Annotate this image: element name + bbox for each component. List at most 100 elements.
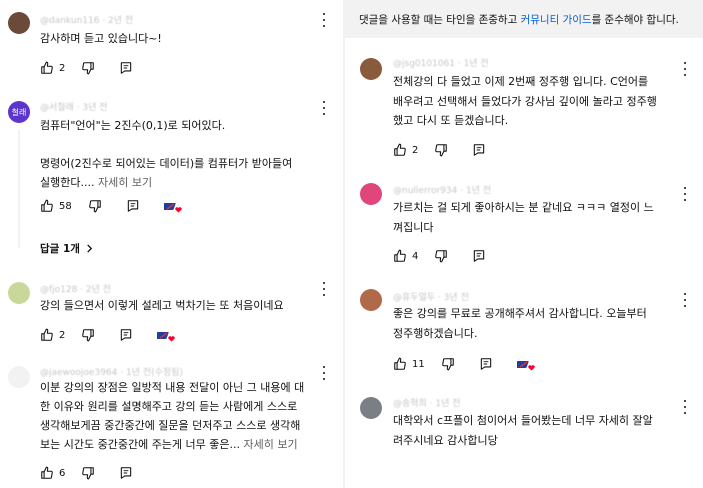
comment-author[interactable]: @송혁희 · 1년 전	[393, 396, 461, 409]
like-button[interactable]: 6	[40, 466, 65, 480]
comment-actions: 4	[393, 248, 486, 264]
comment-author[interactable]: @휴두얼두 · 3년 전	[393, 290, 469, 303]
reply-button[interactable]	[472, 143, 486, 157]
avatar-initial	[360, 397, 382, 419]
comment-actions: 58	[40, 198, 184, 214]
thumbs-down-icon	[435, 144, 448, 157]
comment-author[interactable]: @서철래 · 3년 전	[40, 100, 108, 113]
reply-icon	[121, 62, 132, 74]
reply-icon	[127, 200, 138, 212]
comment-body: 감사하며 듣고 있습니다~!	[40, 32, 162, 45]
like-button[interactable]: 2	[393, 143, 418, 157]
comment-author[interactable]: @nullerror934 · 1년 전	[393, 183, 491, 196]
comment-text: 가르치는 걸 되게 좋아하시는 분 같네요 ㅋㅋㅋ 열정이 느 껴집니다	[393, 198, 693, 237]
thumbs-up-icon	[41, 466, 53, 479]
creator-heart-icon	[514, 357, 537, 371]
avatar[interactable]	[360, 183, 382, 205]
like-button[interactable]: 11	[393, 357, 425, 371]
avatar[interactable]: 철래	[8, 101, 30, 123]
thumbs-down-icon	[441, 358, 454, 371]
dislike-button[interactable]	[441, 357, 455, 371]
comment-author[interactable]: @jsg0101061 · 1년 전	[393, 56, 489, 69]
comments-panel-left: @dankun116 · 2년 전 감사하며 듣고 있습니다~! 2 철래 @서…	[0, 0, 343, 488]
thumbs-down-icon	[82, 62, 95, 75]
comment-item: @nullerror934 · 1년 전 가르치는 걸 되게 좋아하시는 분 같…	[345, 183, 703, 265]
comment-item: 철래 @서철래 · 3년 전 컴퓨터"언어"는 2진수(0,1)로 되어있다. …	[0, 98, 343, 255]
comment-author[interactable]: @jaewoojoe3964 · 1년 전(수정됨)	[40, 365, 183, 378]
comment-text: 대학와서 c프플이 첨이어서 들어봤는데 너무 자세히 잘알 려주시네요 감사합…	[393, 411, 693, 450]
thumbs-down-icon	[82, 329, 95, 342]
comment-author[interactable]: @dankun116 · 2년 전	[40, 13, 133, 26]
thumbs-up-icon	[41, 61, 53, 74]
avatar[interactable]	[360, 397, 382, 419]
community-guidelines-link[interactable]: 커뮤니티 가이드	[521, 14, 592, 26]
dislike-button[interactable]	[81, 61, 95, 75]
like-button[interactable]: 4	[393, 249, 418, 263]
reply-button[interactable]	[119, 328, 133, 342]
reply-button[interactable]	[119, 466, 133, 480]
read-more-link[interactable]: 자세히 보기	[98, 176, 152, 189]
avatar[interactable]	[360, 58, 382, 80]
view-replies-button[interactable]: 답글 1개	[40, 241, 94, 256]
comment-author[interactable]: @fjo128 · 2년 전	[40, 282, 111, 295]
like-count: 4	[412, 250, 419, 262]
dislike-button[interactable]	[88, 199, 102, 213]
dislike-button[interactable]	[81, 328, 95, 342]
dislike-button[interactable]	[434, 249, 448, 263]
dislike-button[interactable]	[81, 466, 95, 480]
reply-icon	[121, 329, 132, 341]
comment-item: @휴두얼두 · 3년 전 좋은 강의를 무료로 공개해주셔서 감사합니다. 오늘…	[345, 289, 703, 374]
reply-icon	[480, 358, 491, 370]
comment-item: @jsg0101061 · 1년 전 전체강의 다 들었고 이제 2번째 정주행…	[345, 57, 703, 159]
reply-button[interactable]	[126, 199, 140, 213]
dislike-button[interactable]	[434, 143, 448, 157]
comment-actions: 2	[393, 142, 486, 158]
like-button[interactable]: 2	[40, 328, 65, 342]
creator-heart-icon	[161, 199, 184, 213]
avatar-initial	[360, 183, 382, 205]
comment-text: 감사하며 듣고 있습니다~!	[40, 29, 315, 48]
thread-line	[18, 130, 20, 248]
reply-button[interactable]	[472, 249, 486, 263]
comment-text: 컴퓨터"언어"는 2진수(0,1)로 되어있다. 명령어(2진수로 되어있는 데…	[40, 116, 315, 192]
comment-text: 이분 강의의 장점은 일방적 내용 전달이 아닌 그 내용에 대 한 이유와 원…	[40, 378, 325, 454]
thumbs-down-icon	[82, 467, 95, 480]
comment-menu-button[interactable]	[319, 13, 329, 27]
avatar[interactable]	[8, 282, 30, 304]
reply-icon	[474, 250, 485, 262]
comment-body: 좋은 강의를 무료로 공개해주셔서 감사합니다. 오늘부터 정주행하겠습니다.	[393, 307, 647, 340]
reply-button[interactable]	[479, 357, 493, 371]
comment-item: @dankun116 · 2년 전 감사하며 듣고 있습니다~! 2	[0, 10, 343, 80]
reply-icon	[121, 467, 132, 479]
thumbs-up-icon	[394, 357, 406, 370]
like-button[interactable]: 58	[40, 199, 72, 213]
thumbs-down-icon	[435, 250, 448, 263]
like-button[interactable]: 2	[40, 61, 65, 75]
like-count: 58	[59, 200, 72, 212]
comment-body: 대학와서 c프플이 첨이어서 들어봤는데 너무 자세히 잘알 려주시네요 감사합…	[393, 414, 653, 447]
thumbs-down-icon	[88, 200, 101, 213]
like-count: 2	[59, 62, 66, 74]
avatar[interactable]	[8, 366, 30, 388]
thumbs-up-icon	[41, 328, 53, 341]
like-count: 2	[59, 329, 66, 341]
reply-button[interactable]	[119, 61, 133, 75]
avatar-initial	[360, 58, 382, 80]
comment-body: 강의 들으면서 이렇게 설레고 벅차기는 또 처음이네요	[40, 299, 284, 312]
comment-text: 강의 들으면서 이렇게 설레고 벅차기는 또 처음이네요	[40, 296, 315, 315]
comment-actions: 2	[40, 327, 177, 343]
comment-menu-button[interactable]	[319, 101, 329, 115]
comment-item: @송혁희 · 1년 전 대학와서 c프플이 첨이어서 들어봤는데 너무 자세히 …	[345, 396, 703, 488]
banner-text-suffix: 를 준수해야 합니다.	[591, 14, 679, 26]
comment-menu-button[interactable]	[319, 282, 329, 296]
read-more-link[interactable]: 자세히 보기	[244, 438, 298, 451]
avatar[interactable]	[8, 12, 30, 34]
comment-body: 전체강의 다 들었고 이제 2번째 정주행 입니다. C언어를 배우려고 선택해…	[393, 75, 657, 127]
comment-actions: 2	[40, 60, 133, 76]
thumbs-up-icon	[394, 143, 406, 156]
avatar[interactable]	[360, 289, 382, 311]
comment-body: 컴퓨터"언어"는 2진수(0,1)로 되어있다. 명령어(2진수로 되어있는 데…	[40, 119, 293, 189]
comment-text: 좋은 강의를 무료로 공개해주셔서 감사합니다. 오늘부터 정주행하겠습니다.	[393, 304, 693, 343]
avatar-initial	[8, 12, 30, 34]
comment-text: 전체강의 다 들었고 이제 2번째 정주행 입니다. C언어를 배우려고 선택해…	[393, 72, 693, 131]
